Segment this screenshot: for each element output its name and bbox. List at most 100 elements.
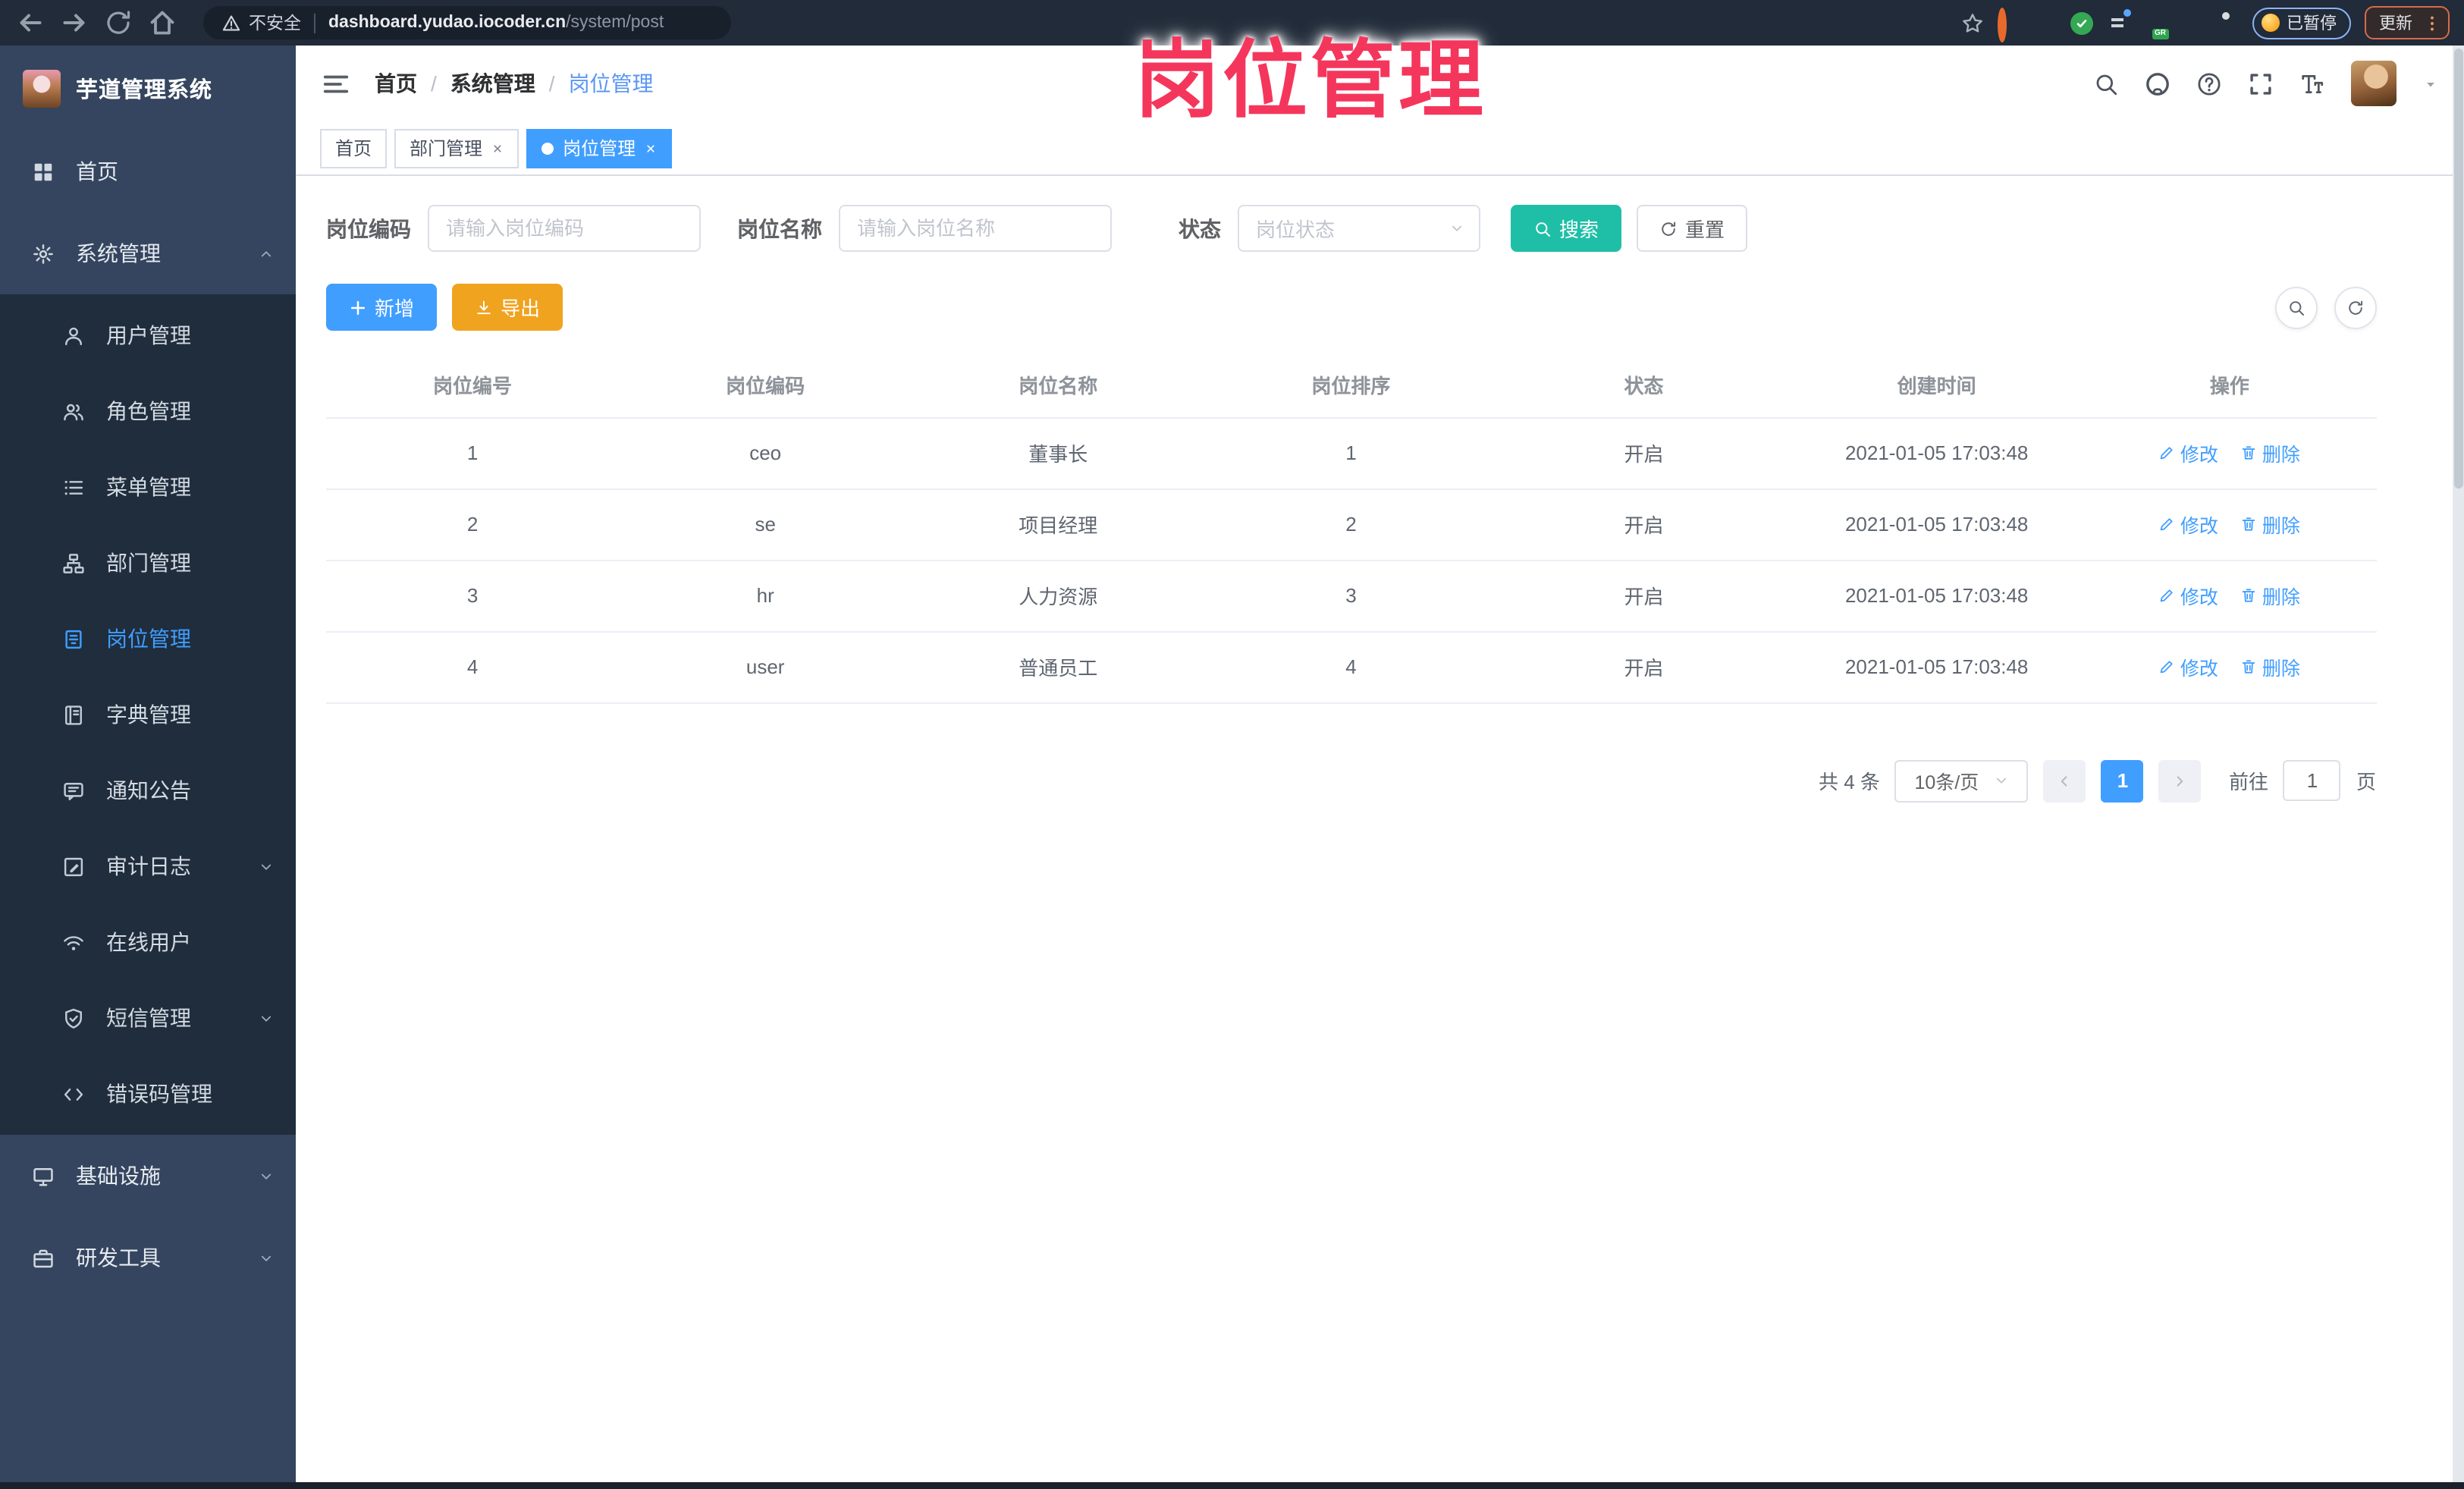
tab-dept-management[interactable]: 部门管理 — [394, 128, 519, 168]
pagination: 共 4 条 10条/页 1 前往 页 — [326, 759, 2434, 802]
breadcrumb-item[interactable]: 系统管理 — [450, 68, 535, 99]
table-row: 3 hr 人力资源 3 开启 2021-01-05 17:03:48 修改 删除 — [326, 560, 2376, 632]
cell-sort: 1 — [1204, 417, 1498, 489]
edit-link[interactable]: 修改 — [2159, 652, 2218, 681]
sidebar-item-notice-announcement[interactable]: 通知公告 — [0, 752, 296, 828]
url-divider — [313, 13, 315, 33]
font-size-icon[interactable] — [2299, 71, 2324, 96]
avatar[interactable] — [2350, 61, 2396, 106]
filter-form: 岗位编码 岗位名称 状态 岗位状态 搜索 — [326, 205, 2434, 252]
sidebar-item-dept-management[interactable]: 部门管理 — [0, 525, 296, 601]
breadcrumb-item: 岗位管理 — [568, 71, 654, 96]
app-logo — [23, 69, 61, 107]
delete-link[interactable]: 删除 — [2241, 510, 2300, 539]
page-unit-label: 页 — [2356, 771, 2376, 793]
sidebar-item-dev-tools[interactable]: 研发工具 — [0, 1217, 296, 1299]
edit-link[interactable]: 修改 — [2159, 438, 2218, 467]
paused-status-pill[interactable]: 已暂停 — [2252, 7, 2350, 39]
sidebar-item-role-management[interactable]: 角色管理 — [0, 373, 296, 449]
cell-id: 3 — [326, 560, 620, 632]
cell-code: ceo — [619, 417, 912, 489]
bookmark-star-icon[interactable] — [1960, 11, 1983, 34]
system-management-icon — [32, 242, 55, 265]
browser-back-icon[interactable] — [15, 8, 46, 38]
post-name-input[interactable] — [839, 205, 1112, 252]
column-header: 操作 — [2083, 353, 2376, 418]
cell-name: 人力资源 — [912, 560, 1205, 632]
edit-link[interactable]: 修改 — [2159, 581, 2218, 610]
cell-sort: 3 — [1204, 560, 1498, 632]
table-row: 2 se 项目经理 2 开启 2021-01-05 17:03:48 修改 删除 — [326, 488, 2376, 561]
dict-management-icon — [62, 703, 85, 726]
extension-sliders-icon[interactable] — [2106, 11, 2129, 34]
add-button[interactable]: 新增 — [326, 284, 438, 331]
status-select[interactable]: 岗位状态 — [1238, 205, 1480, 252]
fullscreen-icon[interactable] — [2247, 71, 2273, 96]
column-header: 岗位编码 — [619, 353, 912, 418]
browser-update-button[interactable]: 更新 — [2364, 6, 2449, 39]
browser-reload-icon[interactable] — [103, 8, 133, 38]
notice-announcement-icon — [62, 779, 85, 802]
sidebar-item-audit-log[interactable]: 审计日志 — [0, 828, 296, 904]
sidebar-item-dict-management[interactable]: 字典管理 — [0, 677, 296, 752]
page-size-select[interactable]: 10条/页 — [1894, 759, 2029, 802]
cell-sort: 4 — [1204, 631, 1498, 703]
address-bar[interactable]: 不安全 dashboard.yudao.iocoder.cn/system/po… — [203, 6, 731, 39]
sidebar-item-home[interactable]: 首页 — [0, 130, 296, 212]
refresh-table-button[interactable] — [2334, 286, 2376, 328]
edit-link[interactable]: 修改 — [2159, 510, 2218, 539]
sidebar-item-menu-management[interactable]: 菜单管理 — [0, 449, 296, 525]
sidebar-item-infrastructure[interactable]: 基础设施 — [0, 1135, 296, 1217]
cell-id: 2 — [326, 488, 620, 561]
chevron-down-icon — [1992, 772, 2009, 789]
sidebar-item-post-management[interactable]: 岗位管理 — [0, 601, 296, 677]
goto-page-input[interactable] — [2283, 760, 2341, 801]
delete-link[interactable]: 删除 — [2241, 438, 2300, 467]
delete-link[interactable]: 删除 — [2241, 581, 2300, 610]
prev-page-button[interactable] — [2043, 759, 2086, 802]
url-path: /system/post — [566, 14, 664, 32]
close-tab-icon[interactable] — [645, 142, 657, 154]
sidebar: 芋道管理系统 首页 系统管理 用户管理 角色管理 菜单管理 部门管理 岗位管理 字典管理 通知公… — [0, 46, 296, 1481]
help-icon[interactable] — [2196, 71, 2221, 96]
cell-name: 项目经理 — [912, 488, 1205, 561]
next-page-button[interactable] — [2158, 759, 2202, 802]
extensions-puzzle-icon[interactable] — [2215, 11, 2238, 34]
scrollbar-thumb[interactable] — [2453, 49, 2462, 488]
delete-link[interactable]: 删除 — [2241, 652, 2300, 681]
current-page-button[interactable]: 1 — [2101, 759, 2144, 802]
scrollbar[interactable] — [2452, 46, 2464, 1481]
sidebar-item-system-management[interactable]: 系统管理 — [0, 212, 296, 294]
export-button[interactable]: 导出 — [452, 284, 563, 331]
post-management-icon — [62, 627, 85, 650]
url-text: dashboard.yudao.iocoder.cn/system/post — [328, 14, 664, 32]
extension-check-icon[interactable] — [2070, 11, 2092, 34]
avatar-caret-down-icon[interactable] — [2422, 75, 2438, 92]
breadcrumb-item[interactable]: 首页 — [375, 68, 417, 99]
search-button[interactable]: 搜索 — [1511, 205, 1622, 252]
extension-leaf-icon[interactable] — [2179, 11, 2202, 34]
tab-home[interactable]: 首页 — [320, 128, 388, 168]
reset-button[interactable]: 重置 — [1637, 205, 1748, 252]
main-area: 首页 / 系统管理 / 岗位管理 首页 部门管理 岗位管理 岗位编码 请输入岗位… — [296, 46, 2464, 1481]
page-content: 岗位编码 岗位名称 状态 岗位状态 搜索 — [296, 176, 2464, 1481]
close-tab-icon[interactable] — [491, 142, 504, 154]
browser-menu-kebab-icon[interactable] — [2422, 13, 2441, 33]
sidebar-item-error-code-management[interactable]: 错误码管理 — [0, 1056, 296, 1132]
hamburger-icon[interactable] — [322, 69, 350, 98]
tab-post-management[interactable]: 岗位管理 — [526, 128, 673, 168]
sidebar-item-online-users[interactable]: 在线用户 — [0, 904, 296, 980]
sidebar-item-user-management[interactable]: 用户管理 — [0, 297, 296, 373]
extension-pin-icon[interactable] — [2033, 11, 2056, 34]
browser-forward-icon[interactable] — [59, 8, 89, 38]
github-icon[interactable] — [2144, 71, 2170, 96]
extension-donut-icon[interactable] — [1997, 7, 2020, 42]
post-code-input[interactable] — [428, 205, 701, 252]
browser-home-icon[interactable] — [147, 8, 177, 38]
table-header-row: 岗位编号 岗位编码 岗位名称 岗位排序 状态 创建时间 操作 — [326, 353, 2376, 418]
total-count: 共 4 条 — [1819, 771, 1880, 793]
toggle-search-button[interactable] — [2274, 286, 2317, 328]
extension-gr-icon[interactable] — [2142, 11, 2165, 34]
header-search-icon[interactable] — [2092, 71, 2118, 96]
sidebar-item-sms-management[interactable]: 短信管理 — [0, 980, 296, 1056]
